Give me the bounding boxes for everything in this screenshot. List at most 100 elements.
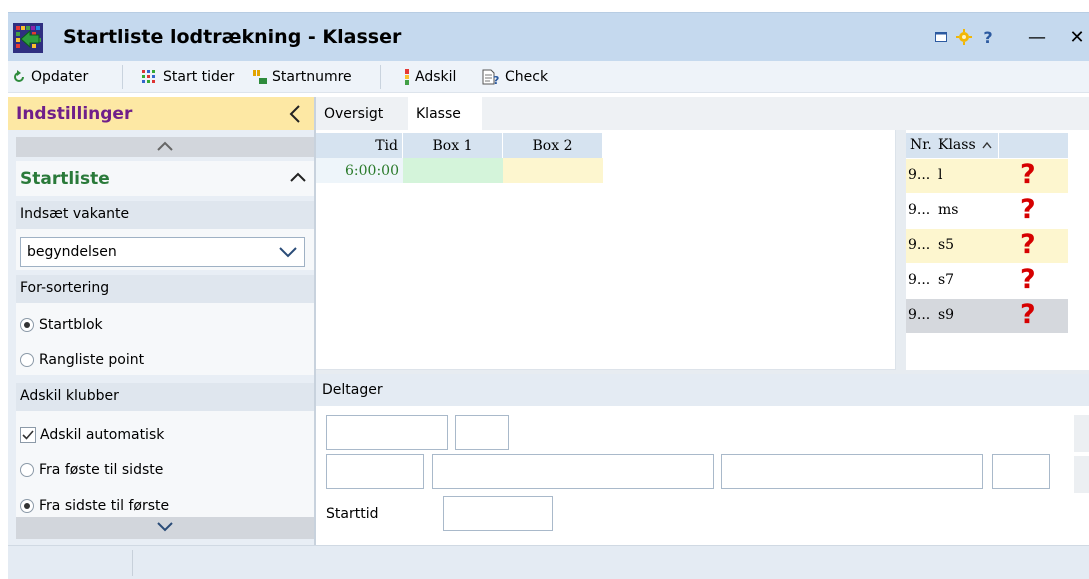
column-header-box-1[interactable]: Box 1 [403, 133, 503, 158]
tab-klasse[interactable]: Klasse [408, 97, 482, 130]
undrawn-question-icon: ? [1020, 229, 1036, 260]
refresh-icon [14, 70, 24, 82]
refresh-button[interactable]: Opdater [12, 67, 88, 87]
class-nr: 9... [908, 272, 931, 288]
settings-panel-header: Indstillinger [8, 97, 314, 130]
participant-field-6[interactable] [992, 454, 1050, 489]
class-list-row[interactable]: 9... l ? [906, 159, 1068, 193]
scroll-down-button[interactable] [16, 517, 315, 539]
section-title: Startliste [20, 169, 110, 189]
toolbar: Opdater Start tider Startnumre Adskil ? … [8, 61, 1089, 93]
scroll-up-button[interactable] [16, 137, 315, 157]
start-times-icon [142, 70, 155, 83]
undrawn-question-icon: ? [1020, 159, 1036, 190]
insert-vacant-text: Indsæt vakante [20, 206, 130, 222]
class-name: l [938, 167, 943, 183]
insert-vacant-select[interactable]: begyndelsen [20, 237, 305, 267]
tab-bar: Oversigt Klasse [316, 97, 1089, 130]
auto-separate-checkbox[interactable]: Adskil automatisk [20, 427, 164, 443]
start-numbers-icon [253, 70, 267, 84]
radio-selected-icon [20, 318, 34, 332]
settings-panel: Indstillinger Startliste Indsæt vakante … [8, 97, 315, 545]
participant-form: Starttid [316, 406, 1089, 545]
box-1-cell[interactable] [403, 158, 503, 183]
check-button[interactable]: ? Check [482, 67, 548, 87]
vertical-splitter[interactable] [895, 130, 906, 370]
startliste-section-header[interactable]: Startliste [16, 161, 315, 196]
start-times-button[interactable]: Start tider [142, 67, 234, 87]
separate-clubs-label: Adskil klubber [16, 383, 315, 411]
auto-separate-label: Adskil automatisk [40, 427, 165, 443]
participant-field-4[interactable] [432, 454, 714, 489]
presort-rangliste-label: Rangliste point [39, 352, 145, 368]
restore-window-icon[interactable] [933, 26, 949, 48]
order-last-to-first-label: Fra sidste til første [39, 498, 170, 514]
help-button[interactable]: ? [981, 26, 995, 48]
presort-startblok-label: Startblok [39, 317, 103, 333]
class-nr: 9... [908, 307, 931, 323]
participant-field-1[interactable] [326, 415, 448, 450]
toolbar-divider [122, 65, 123, 89]
start-grid: Tid Box 1 Box 2 6:00:00 [316, 130, 895, 370]
participant-field-3[interactable] [326, 454, 424, 489]
class-nr: 9... [908, 202, 931, 218]
separate-button[interactable]: Adskil [404, 67, 456, 87]
column-divider [998, 133, 999, 158]
class-list-row[interactable]: 9... s5 ? [906, 229, 1068, 263]
start-times-label: Start tider [163, 69, 235, 85]
class-name: s7 [938, 272, 955, 288]
column-header-nr[interactable]: Nr. [910, 137, 932, 153]
undrawn-question-icon: ? [1020, 299, 1036, 330]
check-icon: ? [482, 69, 499, 85]
class-list-row[interactable]: 9... ms ? [906, 194, 1068, 228]
class-list-row[interactable]: 9... s7 ? [906, 264, 1068, 298]
column-header-box-2[interactable]: Box 2 [503, 133, 603, 158]
presort-label: For-sortering [16, 275, 315, 303]
chevron-up-icon [290, 172, 306, 182]
participant-side-button-1[interactable] [1074, 415, 1089, 452]
tab-oversigt[interactable]: Oversigt [316, 97, 404, 130]
start-draw-app-icon [13, 23, 43, 53]
status-bar [8, 545, 1089, 579]
insert-vacant-label: Indsæt vakante [16, 201, 315, 229]
class-name: s5 [938, 237, 955, 253]
participant-field-2[interactable] [455, 415, 509, 450]
time-cell[interactable]: 6:00:00 [316, 158, 403, 183]
presort-startblok-radio[interactable]: Startblok [20, 317, 103, 333]
collapse-panel-icon[interactable] [286, 104, 304, 124]
settings-gear-icon[interactable] [956, 26, 972, 48]
toolbar-divider [380, 65, 381, 89]
order-last-to-first-radio[interactable]: Fra sidste til første [20, 498, 169, 514]
start-time-label: Starttid [326, 506, 379, 522]
class-list-header: Nr. Klass [906, 133, 1068, 158]
sort-ascending-icon [982, 142, 992, 149]
order-first-to-last-radio[interactable]: Fra føste til sidste [20, 462, 163, 478]
start-time-field[interactable] [443, 496, 553, 531]
minimize-button[interactable]: — [1027, 26, 1047, 48]
chevron-up-icon [157, 141, 173, 151]
presort-rangliste-radio[interactable]: Rangliste point [20, 352, 144, 368]
separate-clubs-text: Adskil klubber [20, 388, 119, 404]
participant-field-5[interactable] [721, 454, 983, 489]
class-list-row-selected[interactable]: 9... s9 ? [906, 299, 1068, 333]
box-2-cell[interactable] [503, 158, 603, 183]
column-header-tid[interactable]: Tid [316, 133, 403, 158]
start-numbers-label: Startnumre [272, 69, 352, 85]
close-button[interactable]: ✕ [1067, 26, 1087, 48]
settings-panel-title: Indstillinger [16, 104, 133, 124]
svg-text:?: ? [493, 74, 499, 85]
participant-side-button-2[interactable] [1074, 456, 1089, 493]
radio-unselected-icon [20, 463, 34, 477]
class-nr: 9... [908, 237, 931, 253]
chevron-down-icon [279, 247, 297, 258]
separate-icon [405, 69, 409, 85]
separate-label: Adskil [415, 69, 457, 85]
undrawn-question-icon: ? [1020, 264, 1036, 295]
participant-title: Deltager [322, 382, 383, 398]
class-name: ms [938, 202, 959, 218]
status-divider [132, 550, 133, 576]
participant-header: Deltager [316, 374, 1089, 406]
column-header-class[interactable]: Klass [938, 137, 980, 153]
start-numbers-button[interactable]: Startnumre [253, 67, 352, 87]
class-list: Nr. Klass 9... l ? 9... ms ? 9... s5 ? 9… [906, 130, 1089, 370]
